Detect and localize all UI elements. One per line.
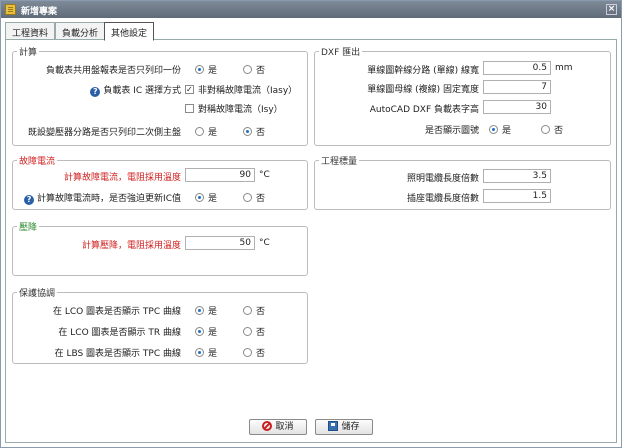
save-icon (328, 421, 339, 431)
lco-tr-yes-radio[interactable]: 是 (195, 325, 217, 338)
title-bar: 新增專案 × (1, 1, 621, 18)
radio-unchecked-icon (541, 125, 550, 134)
protection-coordination-group: 保護協調 在 LCO 圖表是否顯示 TPC 曲線 是 否 在 LCO 圖表是否顯… (12, 286, 308, 364)
calc-q3-label: 既設變壓器分路是否只列印二次側主盤 (27, 128, 181, 138)
dxf-show-drawing-no-no-radio[interactable]: 否 (541, 123, 563, 136)
calc-q3-no-radio[interactable]: 否 (243, 125, 265, 138)
lco-tpc-no-radio[interactable]: 否 (243, 304, 265, 317)
fault-temp-unit: °C (259, 170, 270, 180)
radio-unchecked-icon (243, 193, 252, 202)
lighting-cable-factor-label: 照明電纜長度倍數 (406, 174, 479, 184)
tab-project-data[interactable]: 工程資料 (5, 22, 56, 40)
protect-group-title: 保護協調 (17, 286, 58, 299)
tab-panel-other-settings: 計算 負載表共用盤報表是否只列印一份 是 否 ?負載表 IC 選擇方式 非對稱故… (5, 39, 617, 443)
quantity-group: 工程標量 照明電纜長度倍數 3.5 插座電纜長度倍數 1.5 (314, 154, 611, 210)
dxf-show-drawing-no-yes-radio[interactable]: 是 (489, 123, 511, 136)
fault-force-update-label: ? 計算故障電流時，是否強迫更新IC值 (17, 191, 181, 205)
info-icon[interactable]: ? (24, 195, 35, 205)
lbs-tpc-no-radio[interactable]: 否 (243, 346, 265, 359)
radio-unchecked-icon (243, 348, 252, 357)
radio-checked-icon (195, 348, 204, 357)
vdrop-temp-label: 計算壓降，電阻採用溫度 (81, 241, 181, 251)
fault-current-group: 故障電流 計算故障電流，電阻採用溫度 90 °C ? 計算故障電流時，是否強迫更新… (12, 154, 308, 210)
tab-load-analysis[interactable]: 負載分析 (55, 22, 106, 40)
radio-unchecked-icon (243, 65, 252, 74)
dxf-busbar-width-label: 單線圖母線 (複線) 固定寬度 (367, 85, 479, 95)
radio-checked-icon (195, 193, 204, 202)
asymmetric-fault-checkbox[interactable]: 非對稱故障電流（Iasy） (185, 83, 297, 96)
vdrop-temp-input[interactable]: 50 (185, 236, 255, 250)
quantity-group-title: 工程標量 (319, 154, 360, 167)
fault-group-title: 故障電流 (17, 154, 58, 167)
lbs-tpc-label: 在 LBS 圖表是否顯示 TPC 曲線 (54, 349, 181, 359)
fault-force-update-yes-radio[interactable]: 是 (195, 191, 217, 204)
close-icon[interactable]: × (606, 4, 617, 15)
lighting-cable-factor-input[interactable]: 3.5 (483, 169, 551, 183)
radio-checked-icon (195, 327, 204, 336)
symmetric-fault-checkbox[interactable]: 對稱故障電流（Isy） (185, 102, 283, 115)
calc-q2-label: ? 負載表 IC 選擇方式 (17, 83, 181, 97)
voltage-drop-group: 壓降 計算壓降，電阻採用溫度 50 °C (12, 220, 308, 276)
calc-q1-no-radio[interactable]: 否 (243, 63, 265, 76)
radio-unchecked-icon (243, 327, 252, 336)
socket-cable-factor-input[interactable]: 1.5 (483, 189, 551, 203)
dxf-text-height-label: AutoCAD DXF 負載表字高 (369, 105, 479, 115)
lbs-tpc-yes-radio[interactable]: 是 (195, 346, 217, 359)
tab-other-settings[interactable]: 其他設定 (104, 22, 155, 41)
cancel-button[interactable]: 取消 (249, 419, 307, 435)
radio-checked-icon (243, 127, 252, 136)
lco-tr-label: 在 LCO 圖表是否顯示 TR 曲線 (58, 328, 181, 338)
fault-temp-input[interactable]: 90 (185, 168, 255, 182)
dxf-group-title: DXF 匯出 (319, 45, 363, 58)
calc-q3-yes-radio[interactable]: 是 (195, 125, 217, 138)
socket-cable-factor-label: 插座電纜長度倍數 (406, 194, 479, 204)
radio-checked-icon (195, 65, 204, 74)
dxf-line-width-label: 單線圖幹線分路 (單線) 線寬 (367, 66, 479, 76)
app-icon (5, 4, 16, 15)
window-title: 新增專案 (21, 7, 58, 17)
save-button[interactable]: 儲存 (315, 419, 373, 435)
lco-tpc-label: 在 LCO 圖表是否顯示 TPC 曲線 (52, 307, 181, 317)
radio-unchecked-icon (243, 306, 252, 315)
checkbox-checked-icon (185, 85, 194, 94)
fault-temp-label: 計算故障電流，電阻採用溫度 (63, 173, 181, 183)
dxf-line-width-unit: mm (555, 63, 573, 73)
vdrop-temp-unit: °C (259, 238, 270, 248)
calc-group: 計算 負載表共用盤報表是否只列印一份 是 否 ?負載表 IC 選擇方式 非對稱故… (12, 45, 308, 146)
radio-checked-icon (489, 125, 498, 134)
dxf-line-width-input[interactable]: 0.5 (483, 61, 551, 75)
calc-q1-yes-radio[interactable]: 是 (195, 63, 217, 76)
dxf-text-height-input[interactable]: 30 (483, 100, 551, 114)
checkbox-unchecked-icon (185, 104, 194, 113)
new-project-dialog: 新增專案 × 工程資料 負載分析 其他設定 計算 負載表共用盤報表是否只列印一份… (0, 0, 622, 448)
calc-group-title: 計算 (17, 45, 40, 58)
vdrop-group-title: 壓降 (17, 220, 40, 233)
dxf-export-group: DXF 匯出 單線圖幹線分路 (單線) 線寬 0.5 mm 單線圖母線 (複線)… (314, 45, 611, 146)
cancel-icon (262, 421, 273, 431)
fault-force-update-no-radio[interactable]: 否 (243, 191, 265, 204)
radio-unchecked-icon (195, 127, 204, 136)
lco-tpc-yes-radio[interactable]: 是 (195, 304, 217, 317)
dxf-show-drawing-no-label: 是否顯示圖號 (424, 126, 479, 136)
dxf-busbar-width-input[interactable]: 7 (483, 80, 551, 94)
radio-checked-icon (195, 306, 204, 315)
calc-q1-label: 負載表共用盤報表是否只列印一份 (45, 66, 181, 76)
info-icon[interactable]: ? (90, 87, 101, 97)
lco-tr-no-radio[interactable]: 否 (243, 325, 265, 338)
